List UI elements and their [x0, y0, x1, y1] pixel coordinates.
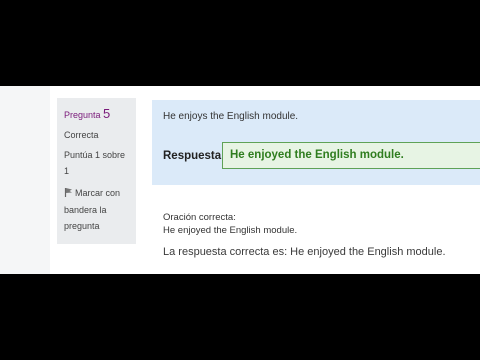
question-grade: Puntúa 1 sobre 1: [64, 147, 130, 179]
grade-line-1: Puntúa 1 sobre: [64, 150, 126, 160]
left-gutter: [0, 86, 50, 274]
question-text: He enjoys the English module.: [163, 111, 299, 122]
quiz-review-area: Pregunta 5 Correcta Puntúa 1 sobre 1 Mar…: [0, 86, 480, 274]
question-state: Correcta: [64, 130, 99, 140]
question-text-box: He enjoys the English module. Respuesta:…: [152, 100, 480, 185]
right-answer-text: La respuesta correcta es: He enjoyed the…: [163, 246, 446, 258]
general-feedback: Oración correcta: He enjoyed the English…: [163, 211, 297, 237]
flag-line-3[interactable]: pregunta: [64, 218, 130, 234]
question-number: Pregunta 5: [64, 106, 130, 123]
flag-line-2[interactable]: bandera la: [64, 202, 130, 218]
question-info-panel: Pregunta 5 Correcta Puntúa 1 sobre 1 Mar…: [57, 98, 136, 244]
flag-line-1[interactable]: Marcar con: [75, 188, 120, 198]
question-label: Pregunta: [64, 110, 101, 120]
grade-line-2: 1: [64, 166, 70, 176]
flag-question-link[interactable]: Marcar con bandera la pregunta: [64, 185, 130, 234]
answer-label: Respuesta:: [163, 150, 225, 162]
flag-icon[interactable]: [64, 186, 73, 202]
answer-input[interactable]: He enjoyed the English module.: [222, 142, 480, 169]
correct-sentence-label: Oración correcta:: [163, 212, 236, 223]
question-number-value: 5: [103, 106, 111, 121]
correct-sentence: He enjoyed the English module.: [163, 225, 298, 236]
